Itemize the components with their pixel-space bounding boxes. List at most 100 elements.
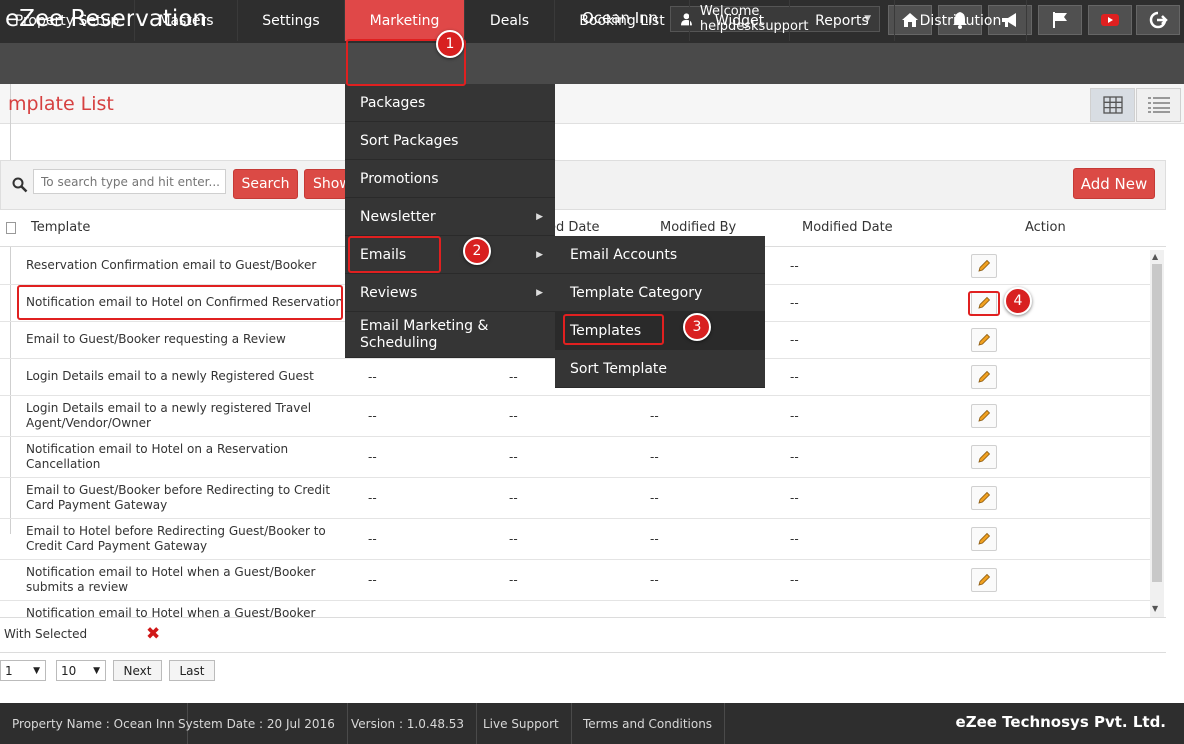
template-name[interactable]: Email to Hotel before Redirecting Guest/… bbox=[26, 524, 346, 554]
menu-sort-packages-label: Sort Packages bbox=[360, 132, 459, 149]
modified-date-cell: -- bbox=[790, 573, 799, 587]
template-name[interactable]: Notification email to Hotel when a Guest… bbox=[26, 606, 346, 617]
pencil-icon bbox=[978, 573, 991, 586]
col-modified-date[interactable]: Modified Date bbox=[802, 220, 893, 235]
pencil-icon bbox=[978, 409, 991, 422]
pencil-icon bbox=[978, 333, 991, 346]
next-button[interactable]: Next bbox=[113, 660, 162, 681]
per-page-select[interactable]: 10 ▼ bbox=[56, 660, 106, 681]
col-modified-by[interactable]: Modified By bbox=[660, 220, 736, 235]
emails-submenu: Email Accounts Template Category Templat… bbox=[555, 236, 765, 388]
nav-reports[interactable]: Reports bbox=[790, 0, 895, 41]
nav-settings[interactable]: Settings bbox=[238, 0, 345, 41]
flag-button[interactable] bbox=[1038, 5, 1082, 35]
template-name[interactable]: Notification email to Hotel when a Guest… bbox=[26, 565, 346, 595]
nav-booking-list[interactable]: Booking List bbox=[555, 0, 690, 41]
menu-sort-packages[interactable]: Sort Packages bbox=[345, 122, 555, 160]
table-row[interactable]: Email to Guest/Booker before Redirecting… bbox=[0, 478, 1150, 519]
modified-date-cell: -- bbox=[790, 450, 799, 464]
submenu-sort-template[interactable]: Sort Template bbox=[555, 350, 765, 388]
created-by-cell: -- bbox=[368, 409, 377, 423]
pencil-icon bbox=[978, 259, 991, 272]
col-created-date[interactable]: ed Date bbox=[548, 220, 599, 235]
menu-reviews-label: Reviews bbox=[360, 284, 418, 301]
menu-promotions[interactable]: Promotions bbox=[345, 160, 555, 198]
nav-distribution[interactable]: Distribution bbox=[895, 0, 1027, 41]
edit-button[interactable] bbox=[971, 404, 997, 428]
edit-button[interactable] bbox=[971, 486, 997, 510]
menu-reviews[interactable]: Reviews ▶ bbox=[345, 274, 555, 312]
page-select-value: 1 bbox=[5, 663, 13, 678]
nav-property-setup[interactable]: Property Setup bbox=[0, 0, 135, 41]
chevron-right-icon: ▶ bbox=[536, 287, 543, 298]
modified-date-cell: -- bbox=[790, 370, 799, 384]
search-button[interactable]: Search bbox=[233, 169, 298, 199]
grid-view-button[interactable] bbox=[1090, 88, 1135, 122]
delete-icon[interactable]: ✖ bbox=[146, 624, 160, 644]
col-action: Action bbox=[1025, 220, 1066, 235]
step-badge-3: 3 bbox=[683, 313, 711, 341]
list-view-button[interactable] bbox=[1136, 88, 1181, 122]
footer-version: Version : 1.0.48.53 bbox=[339, 703, 478, 744]
footer-live-support[interactable]: Live Support bbox=[471, 703, 572, 744]
menu-packages-label: Packages bbox=[360, 94, 426, 111]
edit-button[interactable] bbox=[971, 527, 997, 551]
pencil-icon bbox=[978, 491, 991, 504]
last-button[interactable]: Last bbox=[169, 660, 215, 681]
highlight-templates bbox=[563, 314, 664, 345]
submenu-email-accounts[interactable]: Email Accounts bbox=[555, 236, 765, 274]
modified-date-cell: -- bbox=[790, 333, 799, 347]
template-name[interactable]: Reservation Confirmation email to Guest/… bbox=[26, 258, 346, 273]
edit-button[interactable] bbox=[971, 445, 997, 469]
chevron-down-icon: ▼ bbox=[33, 665, 40, 676]
search-input[interactable] bbox=[33, 169, 226, 194]
menu-packages[interactable]: Packages bbox=[345, 84, 555, 122]
modified-by-cell: -- bbox=[650, 409, 659, 423]
page-select[interactable]: 1 ▼ bbox=[0, 660, 46, 681]
step-badge-2: 2 bbox=[463, 237, 491, 265]
modified-by-cell: -- bbox=[650, 491, 659, 505]
flag-icon bbox=[1053, 12, 1067, 28]
nav-deals[interactable]: Deals bbox=[465, 0, 555, 41]
table-row[interactable]: Email to Hotel before Redirecting Guest/… bbox=[0, 519, 1150, 560]
edit-button[interactable] bbox=[971, 568, 997, 592]
add-new-button[interactable]: Add New bbox=[1073, 168, 1155, 199]
template-name[interactable]: Login Details email to a newly registere… bbox=[26, 401, 346, 431]
footer-property: Property Name : Ocean Inn bbox=[0, 703, 188, 744]
list-icon bbox=[1147, 97, 1170, 113]
table-row[interactable]: Notification email to Hotel on a Reserva… bbox=[0, 437, 1150, 478]
created-by-cell: -- bbox=[368, 573, 377, 587]
edit-button[interactable] bbox=[971, 328, 997, 352]
edit-button[interactable] bbox=[971, 254, 997, 278]
with-selected-label: With Selected bbox=[4, 627, 88, 641]
table-row[interactable]: Notification email to Hotel when a Guest… bbox=[0, 560, 1150, 601]
col-template[interactable]: Template bbox=[31, 220, 90, 235]
edit-button[interactable] bbox=[971, 365, 997, 389]
modified-date-cell: -- bbox=[790, 409, 799, 423]
created-by-cell: -- bbox=[368, 370, 377, 384]
scrollbar-thumb[interactable] bbox=[1152, 264, 1162, 582]
template-name[interactable]: Login Details email to a newly Registere… bbox=[26, 369, 346, 384]
template-name[interactable]: Email to Guest/Booker before Redirecting… bbox=[26, 483, 346, 513]
divider bbox=[0, 652, 1166, 653]
modified-by-cell: -- bbox=[650, 450, 659, 464]
created-date-cell: -- bbox=[509, 370, 518, 384]
nav-masters[interactable]: Masters bbox=[135, 0, 238, 41]
youtube-button[interactable] bbox=[1088, 5, 1132, 35]
submenu-template-category[interactable]: Template Category bbox=[555, 274, 765, 312]
nav-widget[interactable]: Widget bbox=[690, 0, 790, 41]
select-all-checkbox[interactable] bbox=[6, 222, 16, 234]
created-date-cell: -- bbox=[509, 491, 518, 505]
scroll-down-icon[interactable]: ▼ bbox=[1152, 604, 1158, 613]
table-bottom-border bbox=[0, 617, 1166, 618]
template-name[interactable]: Notification email to Hotel on a Reserva… bbox=[26, 442, 346, 472]
table-row[interactable]: Notification email to Hotel when a Guest… bbox=[0, 601, 1150, 617]
table-row[interactable]: Login Details email to a newly registere… bbox=[0, 396, 1150, 437]
footer-terms[interactable]: Terms and Conditions bbox=[571, 703, 726, 744]
logout-button[interactable] bbox=[1136, 5, 1180, 35]
menu-email-marketing[interactable]: Email Marketing & Scheduling bbox=[345, 312, 555, 358]
scroll-up-icon[interactable]: ▲ bbox=[1152, 252, 1158, 261]
main-nav bbox=[0, 43, 1184, 84]
menu-newsletter[interactable]: Newsletter ▶ bbox=[345, 198, 555, 236]
template-name[interactable]: Email to Guest/Booker requesting a Revie… bbox=[26, 332, 346, 347]
